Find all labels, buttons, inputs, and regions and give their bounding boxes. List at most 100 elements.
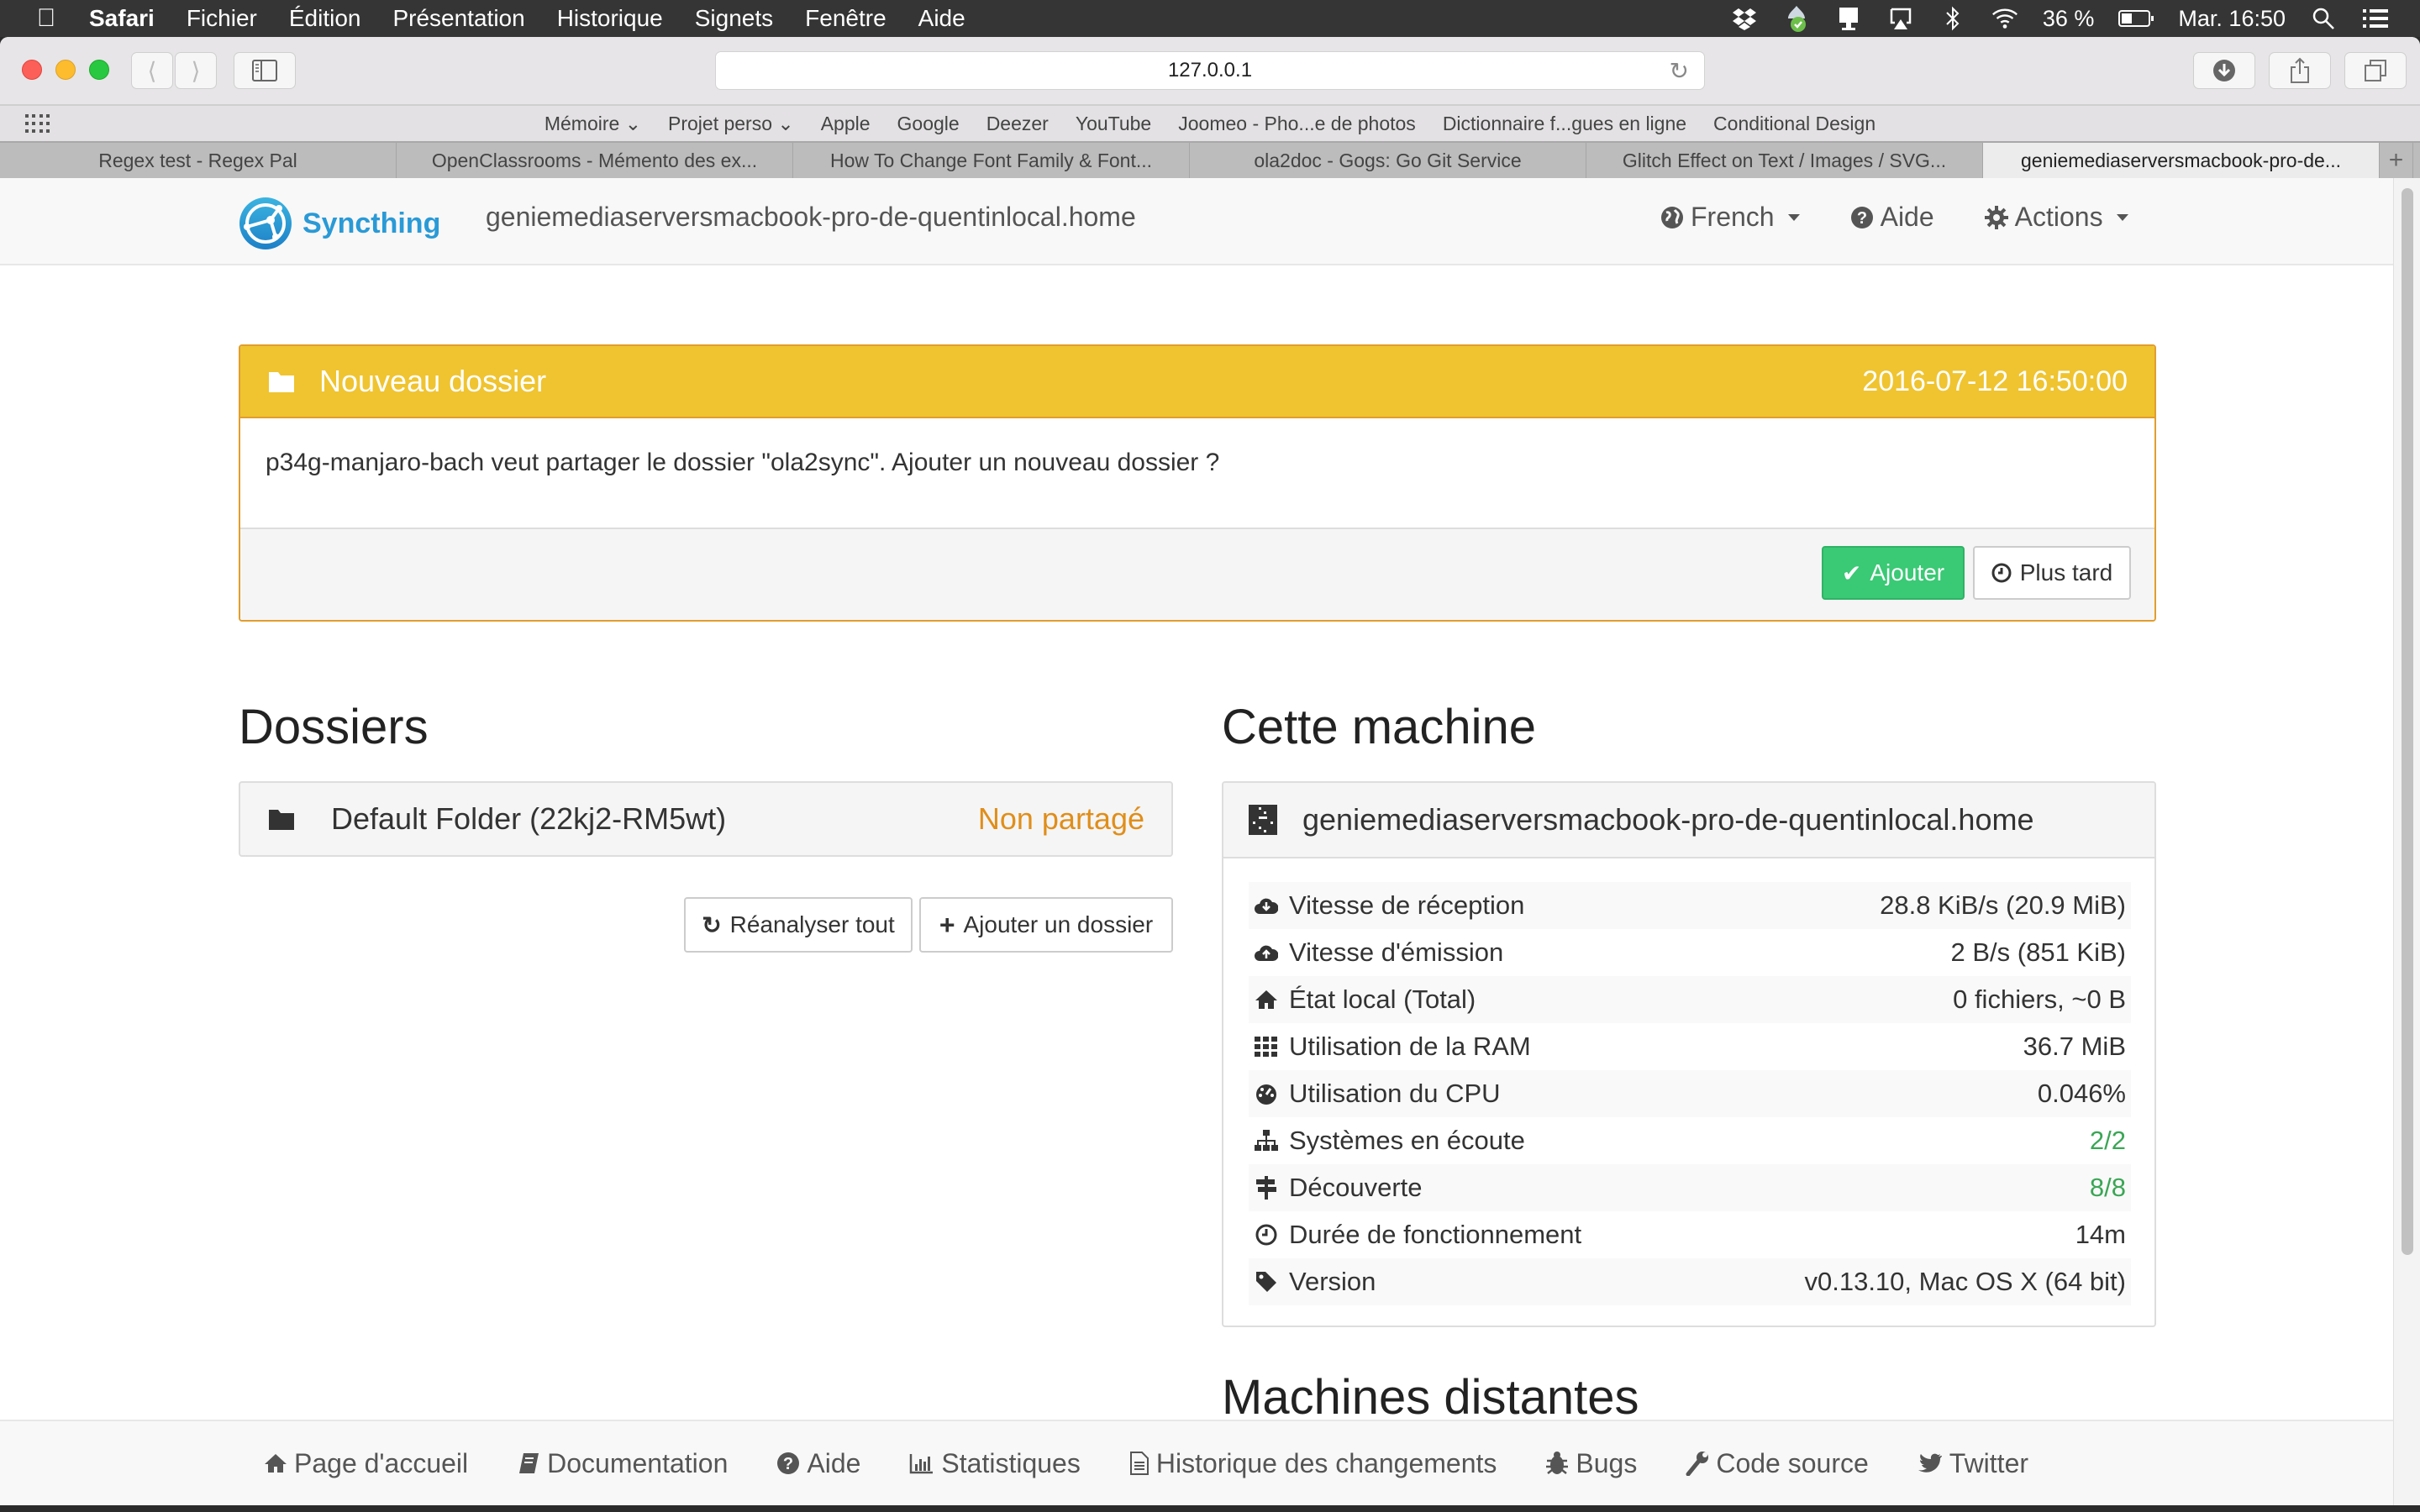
book-icon	[519, 1453, 539, 1473]
footer-link-documentation[interactable]: Documentation	[517, 1448, 728, 1479]
device-panel-header[interactable]: geniemediaserversmacbook-pro-de-quentinl…	[1223, 783, 2154, 858]
notice-title: Nouveau dossier	[319, 364, 547, 398]
bookmark-google[interactable]: Google	[897, 113, 960, 135]
menu-presentation[interactable]: Présentation	[392, 5, 524, 32]
tab-regex-pal[interactable]: Regex test - Regex Pal	[0, 143, 397, 178]
home-icon	[1252, 989, 1281, 1011]
menu-fenetre[interactable]: Fenêtre	[805, 5, 886, 32]
folder-item[interactable]: Default Folder (22kj2-RM5wt) Non partagé	[239, 781, 1173, 857]
scrollbar-thumb[interactable]	[2402, 188, 2413, 1255]
apple-menu-icon[interactable]: 	[34, 4, 59, 33]
notice-timestamp: 2016-07-12 16:50:00	[1862, 365, 2128, 397]
add-folder-button[interactable]: + Ajouter un dossier	[919, 897, 1173, 953]
dropbox-icon[interactable]	[1730, 4, 1759, 33]
rescan-all-button[interactable]: ↻ Réanalyser tout	[684, 897, 913, 953]
menu-app-safari[interactable]: Safari	[89, 5, 155, 32]
tab-glitch-effect[interactable]: Glitch Effect on Text / Images / SVG...	[1586, 143, 1983, 178]
chevron-left-icon: ⟨	[147, 57, 157, 84]
tab-openclassrooms[interactable]: OpenClassrooms - Mémento des ex...	[397, 143, 793, 178]
bookmark-joomeo[interactable]: Joomeo - Pho...e de photos	[1178, 113, 1416, 135]
menu-edition[interactable]: Édition	[289, 5, 361, 32]
question-circle-icon: ?	[1850, 206, 1873, 228]
downloads-button[interactable]	[2193, 52, 2255, 89]
footer-link-source-code[interactable]: Code source	[1686, 1448, 1869, 1479]
brand[interactable]: Syncthing	[239, 197, 440, 250]
download-icon	[2213, 60, 2235, 81]
clock-icon	[1252, 1224, 1281, 1246]
address-bar[interactable]: 127.0.0.1 ↻	[715, 51, 1705, 90]
device-panel-name: geniemediaserversmacbook-pro-de-quentinl…	[1302, 802, 2034, 837]
help-link[interactable]: ? Aide	[1850, 202, 1934, 233]
later-button[interactable]: Plus tard	[1973, 546, 2131, 600]
actions-dropdown[interactable]: Actions	[1984, 202, 2128, 233]
airplay-icon[interactable]	[1886, 4, 1915, 33]
plus-icon: +	[2388, 146, 2404, 174]
spotlight-search-icon[interactable]	[2309, 4, 2338, 33]
footer-link-twitter[interactable]: Twitter	[1918, 1448, 2028, 1479]
tab-bar: Regex test - Regex Pal OpenClassrooms - …	[0, 141, 2420, 178]
check-icon: ✔	[1841, 559, 1862, 586]
signpost-icon	[1252, 1176, 1281, 1200]
grid-icon	[1252, 1036, 1281, 1058]
bookmark-folder-projet-perso[interactable]: Projet perso ⌄	[668, 113, 794, 135]
notification-center-icon[interactable]	[2361, 4, 2390, 33]
bookmark-conditional-design[interactable]: Conditional Design	[1713, 113, 1876, 135]
back-button[interactable]: ⟨	[131, 52, 173, 89]
this-device-panel: geniemediaserversmacbook-pro-de-quentinl…	[1222, 781, 2156, 1327]
dashboard-icon	[1252, 1083, 1281, 1105]
table-row: Systèmes en écoute 2/2	[1249, 1117, 2131, 1164]
menubar-clock[interactable]: Mar. 16:50	[2178, 6, 2286, 32]
chevron-down-icon: ⌄	[624, 112, 641, 134]
bluetooth-icon[interactable]	[1939, 4, 1967, 33]
bug-icon	[1546, 1452, 1569, 1474]
folder-name: Default Folder (22kj2-RM5wt)	[331, 801, 727, 836]
menu-historique[interactable]: Historique	[557, 5, 663, 32]
cloud-sync-icon[interactable]	[1782, 4, 1811, 33]
page-scrollbar[interactable]	[2393, 178, 2420, 1505]
bookmark-dictionnaire[interactable]: Dictionnaire f...gues en ligne	[1443, 113, 1686, 135]
new-tab-button[interactable]: +	[2380, 143, 2413, 178]
menu-fichier[interactable]: Fichier	[187, 5, 257, 32]
bookmark-deezer[interactable]: Deezer	[986, 113, 1049, 135]
share-button[interactable]	[2269, 52, 2331, 89]
tab-gogs[interactable]: ola2doc - Gogs: Go Git Service	[1190, 143, 1586, 178]
svg-text:?: ?	[1856, 209, 1866, 228]
cloud-download-icon	[1252, 895, 1281, 916]
table-row: Durée de fonctionnement 14m	[1249, 1211, 2131, 1258]
tab-font-family[interactable]: How To Change Font Family & Font...	[793, 143, 1190, 178]
tab-overview-button[interactable]	[2344, 52, 2407, 89]
battery-icon[interactable]	[2118, 4, 2154, 33]
reload-icon[interactable]: ↻	[1670, 57, 1689, 85]
tabs-icon	[2365, 60, 2386, 81]
wifi-icon[interactable]	[1991, 4, 2019, 33]
language-dropdown[interactable]: French	[1660, 202, 1800, 233]
close-window-button[interactable]	[22, 60, 42, 80]
chevron-down-icon: ⌄	[777, 112, 794, 134]
refresh-icon: ↻	[702, 911, 722, 938]
bar-chart-icon	[910, 1454, 934, 1474]
forward-button[interactable]: ⟩	[175, 52, 217, 89]
bookmark-folder-memoire[interactable]: Mémoire ⌄	[544, 113, 641, 135]
menu-aide[interactable]: Aide	[918, 5, 965, 32]
sidebar-toggle-button[interactable]	[234, 52, 296, 89]
footer-link-help[interactable]: ? Aide	[776, 1448, 860, 1479]
footer-link-changelog[interactable]: Historique des changements	[1129, 1448, 1497, 1479]
remote-devices-heading: Machines distantes	[1222, 1370, 1639, 1425]
home-icon	[265, 1454, 287, 1473]
bookmark-youtube[interactable]: YouTube	[1076, 113, 1151, 135]
menu-signets[interactable]: Signets	[695, 5, 773, 32]
minimize-window-button[interactable]	[55, 60, 76, 80]
plus-icon: +	[939, 909, 955, 940]
device-hostname: geniemediaserversmacbook-pro-de-quentinl…	[486, 202, 1136, 232]
footer-link-statistics[interactable]: Statistiques	[909, 1448, 1081, 1479]
tab-syncthing[interactable]: geniemediaserversmacbook-pro-de...	[1983, 143, 2380, 178]
twitter-icon	[1918, 1453, 1942, 1473]
bookmark-apple[interactable]: Apple	[821, 113, 871, 135]
footer-link-bugs[interactable]: Bugs	[1545, 1448, 1637, 1479]
top-sites-icon[interactable]	[25, 114, 50, 134]
zoom-window-button[interactable]	[89, 60, 109, 80]
this-device-heading: Cette machine	[1222, 700, 1536, 754]
add-folder-accept-button[interactable]: ✔ Ajouter	[1822, 546, 1965, 600]
screen-icon[interactable]	[1834, 4, 1863, 33]
footer-link-home[interactable]: Page d'accueil	[264, 1448, 468, 1479]
